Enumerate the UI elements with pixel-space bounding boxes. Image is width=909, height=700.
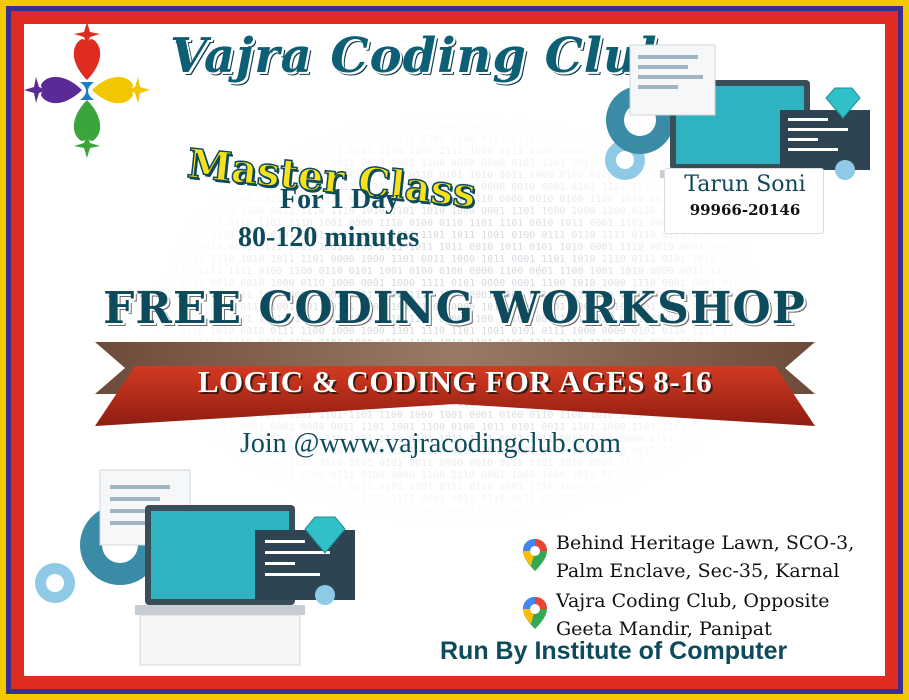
location-line: Vajra Coding Club, Opposite <box>556 590 830 612</box>
ribbon-text: LOGIC & CODING FOR AGES 8-16 <box>197 364 713 399</box>
vajra-logo-icon <box>24 22 150 158</box>
run-by-label: Run By Institute of Computer <box>440 637 788 665</box>
join-website-link[interactable]: Join @www.vajracodingclub.com <box>240 428 680 460</box>
duration-minutes: 80-120 minutes <box>238 222 420 253</box>
laptop-code-icon <box>35 469 355 666</box>
duration-days: For 1 Day <box>280 184 400 215</box>
location-line: Palm Enclave, Sec-35, Karnal <box>556 560 840 582</box>
map-pin-icon <box>523 539 547 571</box>
club-title: Vajra Coding Club <box>170 28 674 84</box>
workshop-headline: FREE CODING WORKSHOP <box>103 283 806 334</box>
contact-phone: 99966-20146 <box>689 201 801 219</box>
contact-name: Tarun Soni <box>684 172 806 197</box>
map-pin-icon <box>523 597 547 629</box>
location-line: Behind Heritage Lawn, SCO-3, <box>556 532 855 554</box>
